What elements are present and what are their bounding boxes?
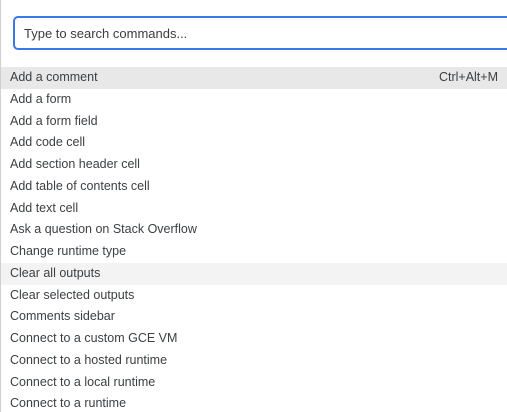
- command-label: Add table of contents cell: [10, 178, 150, 193]
- command-item[interactable]: Clear all outputs: [1, 262, 507, 285]
- command-label: Add code cell: [10, 135, 86, 150]
- command-item[interactable]: Connect to a hosted runtime: [1, 350, 507, 372]
- command-item[interactable]: Change runtime type: [1, 241, 507, 263]
- command-label: Connect to a runtime: [10, 396, 127, 411]
- command-item[interactable]: Clear selected outputs: [1, 285, 507, 307]
- command-label: Connect to a custom GCE VM: [10, 331, 178, 345]
- command-label: Add text cell: [10, 200, 79, 215]
- command-label: Clear selected outputs: [10, 287, 135, 302]
- command-label: Connect to a local runtime: [10, 374, 156, 389]
- command-label: Clear all outputs: [10, 265, 101, 280]
- command-item[interactable]: Add code cell: [1, 132, 507, 154]
- search-box[interactable]: [13, 16, 507, 50]
- command-item[interactable]: Connect to a local runtime: [1, 372, 507, 394]
- command-item[interactable]: Add a form: [1, 89, 507, 111]
- command-item[interactable]: Add a form field: [1, 111, 507, 133]
- command-item[interactable]: Add section header cell: [1, 154, 507, 176]
- command-item[interactable]: Connect to a runtime: [1, 393, 507, 412]
- command-label: Add a form: [10, 91, 72, 106]
- command-palette: Add a comment Ctrl+Alt+M Add a form Add a…: [0, 0, 507, 412]
- command-item[interactable]: Add text cell: [1, 198, 507, 220]
- command-label: Comments sidebar: [10, 309, 115, 324]
- command-item[interactable]: Add a comment Ctrl+Alt+M: [1, 67, 507, 89]
- command-item[interactable]: Connect to a custom GCE VM: [1, 328, 507, 350]
- command-label: Add a comment: [10, 70, 98, 84]
- command-list: Add a comment Ctrl+Alt+M Add a form Add a…: [1, 67, 507, 412]
- command-shortcut: Ctrl+Alt+M: [438, 70, 498, 84]
- command-item[interactable]: Comments sidebar: [1, 306, 507, 328]
- command-label: Connect to a hosted runtime: [10, 352, 168, 367]
- command-label: Add a form field: [10, 113, 98, 128]
- command-label: Ask a question on Stack Overflow: [10, 222, 197, 237]
- command-item[interactable]: Add table of contents cell: [1, 176, 507, 198]
- search-input[interactable]: [15, 18, 507, 48]
- command-item[interactable]: Ask a question on Stack Overflow: [1, 219, 507, 241]
- command-label: Add section header cell: [10, 157, 140, 171]
- command-label: Change runtime type: [10, 244, 127, 258]
